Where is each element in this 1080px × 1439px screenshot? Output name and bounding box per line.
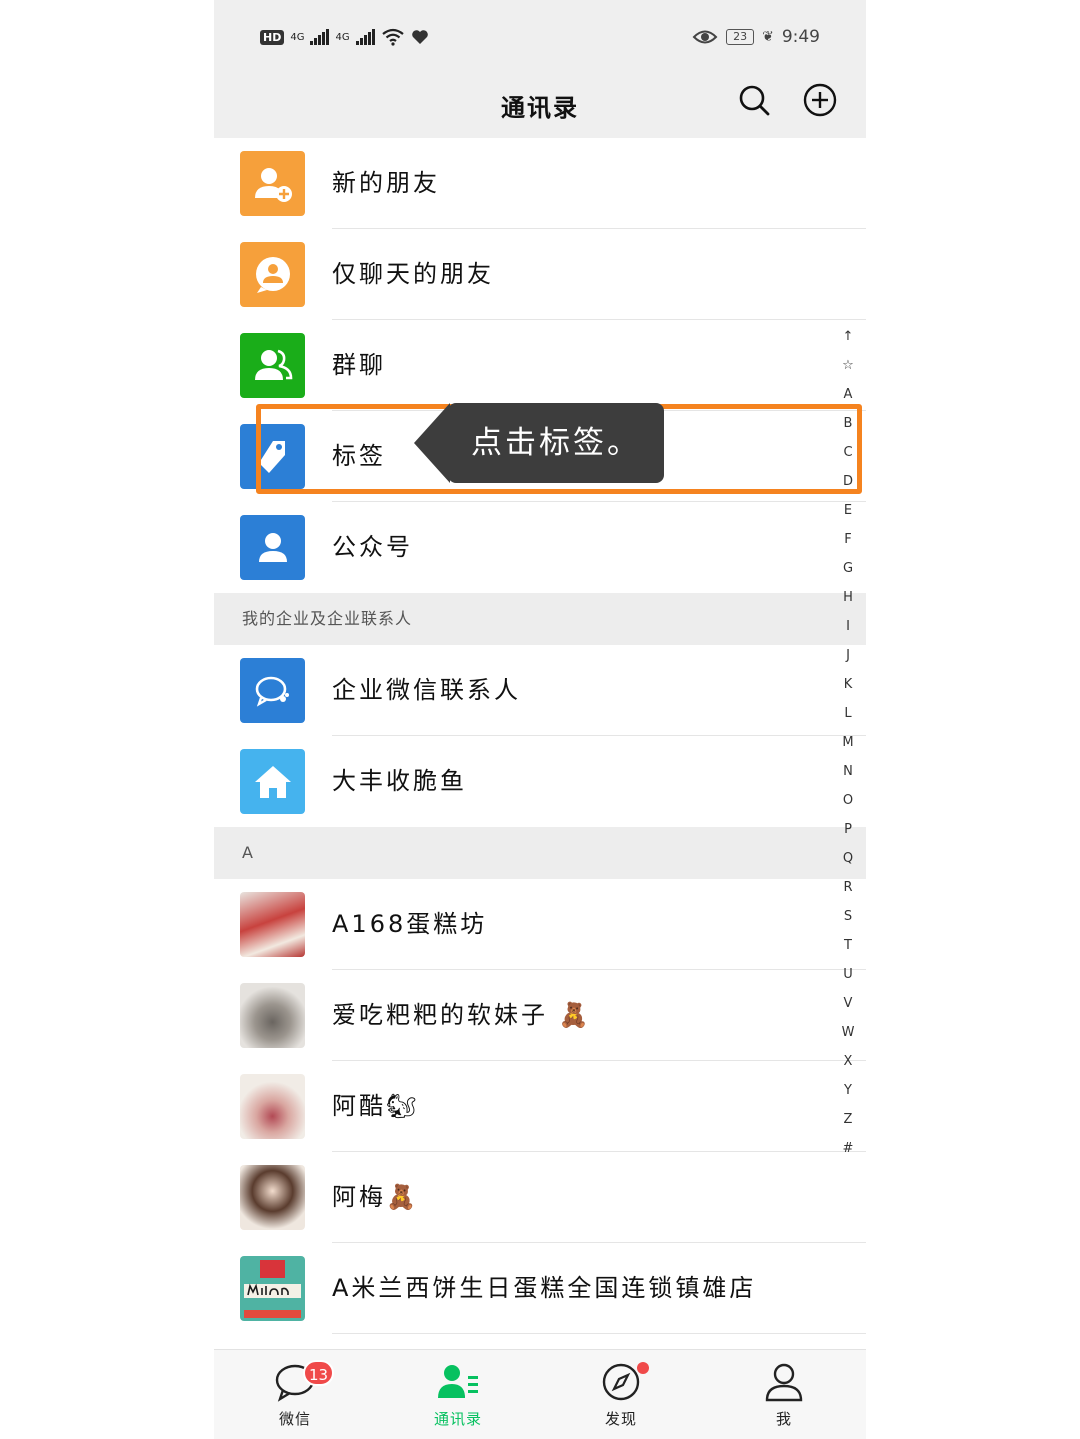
status-right: 23 ❦ 9:49 <box>692 27 820 47</box>
entry-group-chats[interactable]: 群聊 <box>214 320 866 411</box>
instruction-tooltip: 点击标签。 <box>448 403 664 483</box>
entry-wecom-contacts[interactable]: 企业微信联系人 <box>214 645 866 736</box>
milan-logo <box>240 1256 305 1321</box>
entry-enterprise-company[interactable]: 大丰收脆鱼 <box>214 736 866 827</box>
clock: 9:49 <box>781 27 820 47</box>
alpha-index-letter[interactable]: P <box>836 815 860 844</box>
contacts-icon <box>438 1365 478 1398</box>
alpha-index-letter[interactable]: W <box>836 1018 860 1047</box>
alpha-index-letter[interactable]: F <box>836 525 860 554</box>
new-dot <box>637 1362 649 1374</box>
tab-label: 微信 <box>278 1410 311 1428</box>
alpha-index-letter[interactable]: # <box>836 1134 860 1163</box>
alpha-index-letter[interactable]: S <box>836 902 860 931</box>
alpha-index-letter[interactable]: Y <box>836 1076 860 1105</box>
letter-section-header: A <box>214 827 866 879</box>
official-account-icon <box>240 515 305 580</box>
entry-chat-only-friends[interactable]: 仅聊天的朋友 <box>214 229 866 320</box>
wecom-icon <box>240 658 305 723</box>
contact-name: 爱吃粑粑的软妹子 🧸 <box>332 1001 592 1029</box>
alpha-index-letter[interactable]: J <box>836 641 860 670</box>
alpha-index-letter[interactable]: H <box>836 583 860 612</box>
tab-label: 通讯录 <box>433 1410 482 1428</box>
entry-new-friends[interactable]: 新的朋友 <box>214 138 866 229</box>
entry-official-accounts[interactable]: 公众号 <box>214 502 866 593</box>
contact-name: 阿梅🧸 <box>332 1183 419 1211</box>
eye-icon <box>692 30 718 44</box>
heart-icon <box>411 30 428 44</box>
status-bar: HD 4G 4G 23 ❦ 9:49 <box>214 0 866 78</box>
entry-label: 仅聊天的朋友 <box>332 260 494 288</box>
signal-icon <box>310 29 330 45</box>
status-left: HD 4G 4G <box>260 28 429 46</box>
alpha-index-letter[interactable]: U <box>836 960 860 989</box>
alpha-index-letter[interactable]: O <box>836 786 860 815</box>
alpha-index-letter[interactable]: Z <box>836 1105 860 1134</box>
group-chat-icon <box>240 333 305 398</box>
enterprise-section-header: 我的企业及企业联系人 <box>214 593 866 645</box>
alpha-index-letter[interactable]: V <box>836 989 860 1018</box>
add-circle-icon[interactable] <box>802 82 838 118</box>
contact-name: 阿酷🐿 <box>332 1092 420 1120</box>
alpha-index-letter[interactable]: ↑ <box>836 322 860 351</box>
contact-avatar <box>240 892 305 957</box>
alpha-index-letter[interactable]: G <box>836 554 860 583</box>
tab-label: 发现 <box>604 1410 637 1428</box>
unread-badge: 13 <box>303 1360 335 1386</box>
tab-me[interactable]: 我 <box>734 1350 834 1439</box>
contacts-list: 新的朋友 仅聊天的朋友 群聊 标签 公众号 我的企业及企业联系人 企业微信联系人… <box>214 138 866 1334</box>
contact-row[interactable]: 爱吃粑粑的软妹子 🧸 <box>214 970 866 1061</box>
alpha-index-letter[interactable]: N <box>836 757 860 786</box>
tab-contacts[interactable]: 通讯录 <box>408 1350 508 1439</box>
tab-discover[interactable]: 发现 <box>571 1350 671 1439</box>
contact-row[interactable]: A米兰西饼生日蛋糕全国连锁镇雄店 <box>214 1243 866 1334</box>
contact-avatar <box>240 1074 305 1139</box>
alpha-index-letter[interactable]: T <box>836 931 860 960</box>
entry-label: 群聊 <box>332 351 386 379</box>
signal-icon-2 <box>355 29 375 45</box>
contact-avatar <box>240 1165 305 1230</box>
hd-badge: HD <box>260 29 285 45</box>
entry-label: 公众号 <box>332 533 413 561</box>
contact-row[interactable]: A168蛋糕坊 <box>214 879 866 970</box>
alpha-index-letter[interactable]: I <box>836 612 860 641</box>
contact-row[interactable]: 阿酷🐿 <box>214 1061 866 1152</box>
alpha-index-letter[interactable]: M <box>836 728 860 757</box>
contact-name: A米兰西饼生日蛋糕全国连锁镇雄店 <box>332 1274 757 1302</box>
search-icon[interactable] <box>736 82 772 118</box>
tab-bar: 13 微信 通讯录 发现 我 <box>214 1349 866 1439</box>
entry-label: 新的朋友 <box>332 169 440 197</box>
sim1-label: 4G <box>290 31 305 43</box>
leaf-icon: ❦ <box>762 29 774 45</box>
alpha-index-letter[interactable]: X <box>836 1047 860 1076</box>
alpha-index-letter[interactable]: E <box>836 496 860 525</box>
wifi-icon <box>381 28 404 46</box>
chat-only-friend-icon <box>240 242 305 307</box>
sim2-label: 4G <box>335 31 350 43</box>
contact-avatar <box>240 983 305 1048</box>
tooltip-arrow <box>414 403 450 483</box>
tab-label: 我 <box>775 1410 792 1428</box>
tab-chats[interactable]: 13 微信 <box>245 1350 345 1439</box>
house-icon <box>240 749 305 814</box>
contact-name: A168蛋糕坊 <box>332 910 488 938</box>
add-friend-icon <box>240 151 305 216</box>
alpha-index-letter[interactable]: R <box>836 873 860 902</box>
top-header: 通讯录 <box>214 78 866 138</box>
alpha-index-letter[interactable]: ☆ <box>836 351 860 380</box>
entry-label: 企业微信联系人 <box>332 676 521 704</box>
alpha-index-letter[interactable]: K <box>836 670 860 699</box>
phone-screen: HD 4G 4G 23 ❦ 9:49 通讯录 新的朋友 仅聊天的朋友 群聊 标签… <box>214 0 866 1439</box>
entry-label: 大丰收脆鱼 <box>332 767 467 795</box>
divider <box>332 1333 866 1334</box>
person-icon <box>765 1363 803 1402</box>
alpha-index-letter[interactable]: Q <box>836 844 860 873</box>
contact-row[interactable]: 阿梅🧸 <box>214 1152 866 1243</box>
battery-icon: 23 <box>726 29 755 45</box>
alpha-index-letter[interactable]: L <box>836 699 860 728</box>
